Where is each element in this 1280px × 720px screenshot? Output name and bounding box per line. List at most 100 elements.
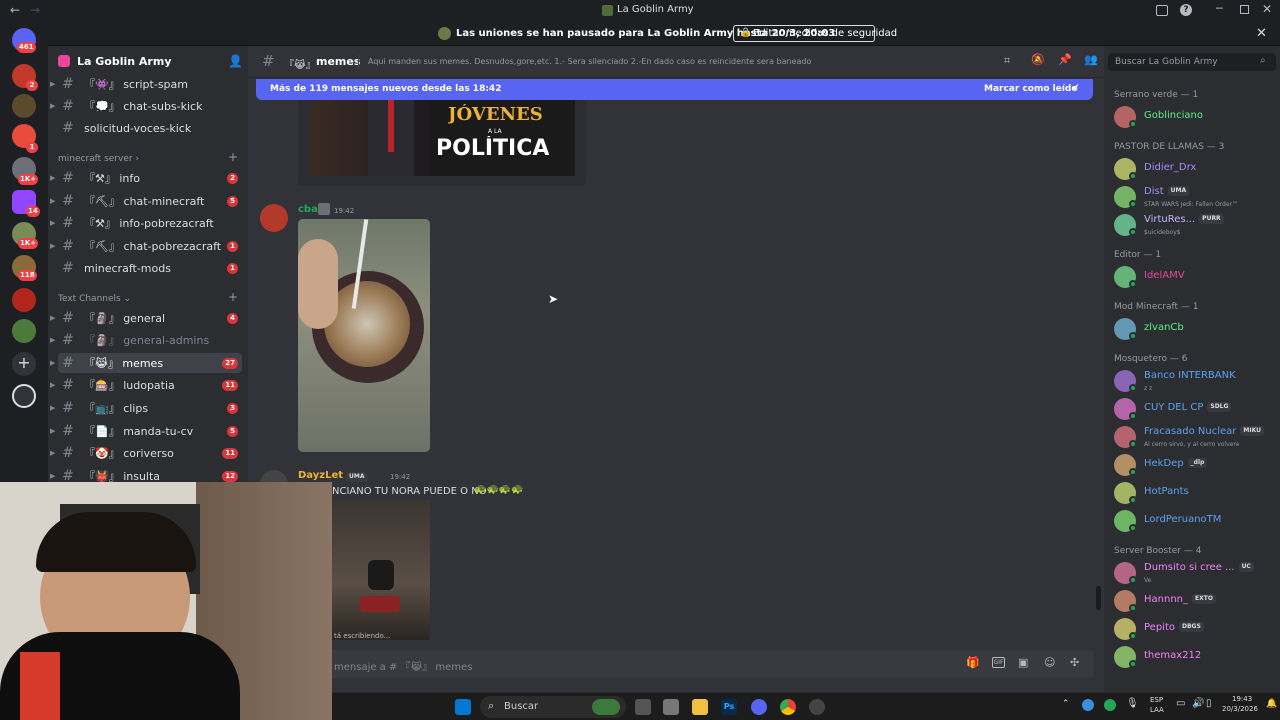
channel-chat-minecraft[interactable]: ▶ # 『⛏』 chat-minecraft 5 — [50, 191, 242, 211]
channel-minecraft-mods[interactable]: # minecraft-mods 1 — [58, 258, 242, 278]
member-item[interactable]: HekDep _dlp — [1114, 452, 1280, 478]
server-icon[interactable] — [12, 319, 36, 343]
member-item[interactable]: themax212 — [1114, 644, 1280, 670]
mark-read-button[interactable]: Marcar como leído — [984, 84, 1078, 94]
channel-general-admins[interactable]: ▶ # 『🗿』 general-admins — [50, 330, 242, 350]
member-list-icon[interactable]: 👥 — [1084, 53, 1098, 66]
channel-chat-subs-kick[interactable]: ▶ # 『💭』 chat-subs-kick — [50, 96, 242, 116]
close-window-icon[interactable]: ✕ — [1262, 2, 1272, 16]
add-channel-icon[interactable]: + — [228, 290, 238, 304]
channel-ludopatia[interactable]: ▶ # 『🎰』 ludopatia 11 — [50, 375, 242, 395]
category-text-channels[interactable]: Text Channels ⌄ — [58, 294, 131, 304]
search-input[interactable]: Buscar La Goblin Army ⌕ — [1108, 53, 1276, 71]
tray-icon[interactable] — [1082, 699, 1094, 711]
chevron-up-icon[interactable]: ⌃ — [1062, 699, 1070, 709]
politica-image[interactable]: JÓVENES A LA POLÍTICA — [310, 100, 575, 176]
close-banner-icon[interactable]: ✕ — [1256, 26, 1267, 41]
network-icon[interactable]: ▭ — [1176, 698, 1185, 709]
back-icon[interactable]: ← — [10, 3, 20, 17]
channel-solicitud-voces-kick[interactable]: # solicitud-voces-kick — [58, 118, 242, 138]
status-dot — [1129, 280, 1137, 288]
file-explorer-icon[interactable] — [692, 699, 708, 715]
unread-badge: 1 — [26, 142, 38, 153]
member-item[interactable]: LordPeruanoTM — [1114, 508, 1280, 534]
maximize-icon[interactable] — [1240, 5, 1249, 14]
windows-start-icon[interactable] — [455, 699, 471, 715]
avatar[interactable] — [260, 204, 288, 232]
new-messages-bar[interactable]: Más de 119 mensajes nuevos desde las 18:… — [256, 79, 1093, 100]
member-item[interactable]: Fracasado Nuclear MIKU Al cerro sirvo, y a… — [1114, 424, 1280, 450]
app-icon[interactable] — [663, 699, 679, 715]
member-item[interactable]: CUY DEL CP SDLG — [1114, 396, 1280, 422]
gift-icon[interactable]: 🎁 — [966, 656, 980, 669]
channel-info-pobrezacraft[interactable]: ▶ # 『⚒』 info-pobrezacraft — [50, 213, 242, 233]
discover-icon[interactable] — [12, 384, 36, 408]
member-item[interactable]: Didier_Drx — [1114, 156, 1280, 182]
tray-icon[interactable] — [1104, 699, 1116, 711]
member-item[interactable]: IdelAMV — [1114, 264, 1280, 290]
battery-icon[interactable]: ▯ — [1206, 698, 1212, 709]
cereal-image[interactable] — [298, 219, 430, 452]
apps-icon[interactable]: ✣ — [1070, 656, 1079, 669]
mute-bell-icon[interactable]: 🔕 — [1031, 53, 1045, 66]
message-author[interactable]: cba — [298, 204, 318, 215]
channel-clips[interactable]: ▶ # 『📺』 clips 3 — [50, 398, 242, 418]
category-minecraft[interactable]: minecraft server › — [58, 154, 139, 164]
server-icon[interactable] — [12, 94, 36, 118]
hash-icon: # — [62, 377, 74, 393]
member-name: Pepito DBGS — [1144, 622, 1204, 633]
channel-script-spam[interactable]: ▶ # 『👾』 script-spam — [50, 74, 242, 94]
member-status: Al cerro sirvo, y al cerro volvere — [1144, 441, 1240, 448]
server-icon[interactable] — [12, 288, 36, 312]
keyboard-layout[interactable]: LAA — [1150, 706, 1164, 714]
discord-icon[interactable] — [751, 699, 767, 715]
channel-manda-tu-cv[interactable]: ▶ # 『📄』 manda-tu-cv 5 — [50, 421, 242, 441]
notification-icon[interactable]: 🔔 — [1266, 699, 1277, 709]
channel-label: chat-minecraft — [123, 195, 205, 208]
taskbar-search[interactable]: ⌕ Buscar — [480, 696, 626, 718]
clock-date[interactable]: 20/3/2026 — [1222, 705, 1258, 713]
sticker-icon[interactable]: ▣ — [1018, 656, 1028, 669]
member-group-header: Mosquetero — 6 — [1114, 354, 1188, 364]
member-item[interactable]: Banco INTERBANK z z — [1114, 368, 1280, 394]
member-item[interactable]: Goblinciano — [1114, 104, 1280, 130]
channel-memes[interactable]: ▶ # 『😹』 memes 27 — [50, 353, 242, 373]
member-item[interactable]: Dist UMA STAR WARS Jedi: Fallen Order™ — [1114, 184, 1280, 210]
help-icon[interactable]: ? — [1180, 4, 1192, 16]
edit-security-button[interactable]: 🔒 Editar medidas de seguridad — [733, 25, 897, 42]
member-item[interactable]: Pepito DBGS — [1114, 616, 1280, 642]
add-server-icon[interactable]: + — [12, 352, 36, 376]
message-composer[interactable]: mensaje a # 『😹』 memes 🎁 GIF ▣ ☺ ✣ — [260, 650, 1094, 678]
task-view-icon[interactable] — [635, 699, 651, 715]
forward-icon[interactable]: → — [30, 3, 40, 17]
add-friend-icon[interactable]: 👤 — [228, 54, 243, 68]
member-item[interactable]: HotPants — [1114, 480, 1280, 506]
gif-icon[interactable]: GIF — [992, 657, 1005, 668]
inbox-icon[interactable] — [1156, 5, 1168, 16]
emoji-picker-icon[interactable]: ☺ — [1044, 656, 1055, 669]
minimize-icon[interactable]: ─ — [1216, 2, 1223, 15]
language-code[interactable]: ESP — [1150, 696, 1163, 704]
member-item[interactable]: Hannnn_ EXTO — [1114, 588, 1280, 614]
unread-badge: 4 — [227, 313, 238, 324]
channel-chat-pobrezacraft[interactable]: ▶ # 『⛏』 chat-pobrezacraft 1 — [50, 236, 242, 256]
app-icon[interactable] — [809, 699, 825, 715]
threads-icon[interactable]: ⌗ — [1004, 54, 1010, 68]
scrollbar-thumb[interactable] — [1096, 586, 1101, 610]
channel-coriverso[interactable]: ▶ # 『🤡』 coriverso 11 — [50, 443, 242, 463]
microphone-icon[interactable]: 🎙 — [1126, 698, 1139, 709]
photoshop-icon[interactable]: Ps — [721, 699, 737, 715]
add-channel-icon[interactable]: + — [228, 150, 238, 164]
member-item[interactable]: Dumsito si cree ... UC Ve — [1114, 560, 1280, 586]
pin-icon[interactable]: 📌 — [1058, 53, 1072, 66]
channel-info[interactable]: ▶ # 『⚒』 info 2 — [50, 168, 242, 188]
member-item[interactable]: zlvanCb — [1114, 316, 1280, 342]
message-author[interactable]: DayzLet — [298, 470, 343, 481]
chrome-icon[interactable] — [780, 699, 796, 715]
volume-icon[interactable]: 🔊 — [1192, 698, 1204, 709]
channel-general[interactable]: ▶ # 『🗿』 general 4 — [50, 308, 242, 328]
member-item[interactable]: VirtuRes... PURR $uicideboy$ — [1114, 212, 1280, 238]
video-attachment[interactable] — [332, 500, 430, 640]
clock-time[interactable]: 19:43 — [1232, 695, 1252, 703]
channel-topic[interactable]: Aqui manden sus memes. Desnudos,gore,etc… — [368, 57, 928, 66]
